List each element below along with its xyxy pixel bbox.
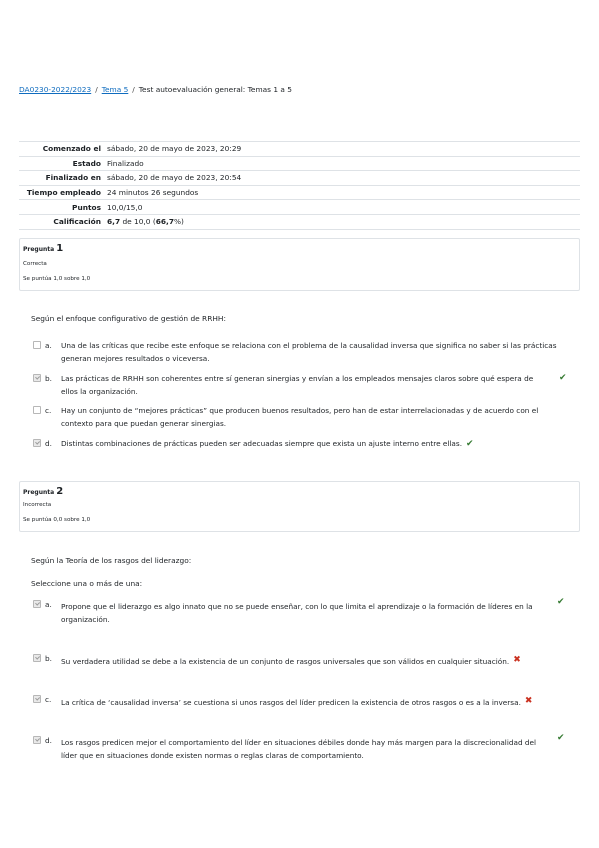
summary-label: Calificación: [53, 217, 101, 227]
correct-check-icon: ✔: [466, 439, 474, 449]
question-state: Correcta: [23, 261, 47, 267]
summary-value: Finalizado: [107, 158, 144, 168]
answer-line: La crítica de ‘causalidad inversa’ se cu…: [61, 698, 521, 707]
checkbox[interactable]: [33, 406, 41, 414]
checkbox[interactable]: [33, 341, 41, 349]
grade-percent: 66,7: [155, 217, 174, 227]
summary-label: Estado: [72, 158, 101, 168]
summary-value: sábado, 20 de mayo de 2023, 20:54: [107, 173, 242, 183]
summary-row: Puntos 10,0/15,0: [19, 199, 580, 215]
summary-grade-value: 6,7 de 10,0 (66,7%): [107, 214, 580, 229]
answer-line: Una de las críticas que recibe este enfo…: [61, 341, 557, 350]
answer-letter: b.: [45, 654, 52, 663]
answer-option[interactable]: c. Hay un conjunto de “mejores prácticas…: [33, 404, 573, 430]
answer-letter: d.: [45, 439, 52, 448]
answer-text: Una de las críticas que recibe este enfo…: [61, 339, 557, 365]
answer-option[interactable]: a. Una de las críticas que recibe este e…: [33, 339, 573, 365]
summary-label: Tiempo empleado: [26, 188, 101, 198]
breadcrumb-separator: /: [95, 85, 98, 94]
attempt-summary-table: Comenzado el sábado, 20 de mayo de 2023, …: [19, 141, 580, 230]
answer-letter: c.: [45, 695, 52, 704]
answer-option[interactable]: b. Su verdadera utilidad se debe a la ex…: [33, 652, 573, 668]
answer-text: Propone que el liderazgo es algo innato …: [61, 600, 533, 626]
grade-text: %): [173, 217, 184, 227]
checkbox-checked[interactable]: [33, 736, 41, 744]
answer-line: Distintas combinaciones de prácticas pue…: [61, 439, 463, 448]
checkbox-checked[interactable]: [33, 439, 41, 447]
answer-line: ellos la organización.: [61, 387, 138, 396]
summary-label: Finalizado en: [45, 173, 101, 183]
summary-row: Comenzado el sábado, 20 de mayo de 2023, …: [19, 141, 580, 157]
question-2-text: Según la Teoría de los rasgos del lidera…: [31, 556, 192, 565]
answer-text: Las prácticas de RRHH son coherentes ent…: [61, 372, 533, 398]
summary-label: Puntos: [72, 202, 101, 212]
answer-letter: c.: [45, 406, 52, 415]
summary-row: Estado Finalizado: [19, 156, 580, 171]
answer-line: Su verdadera utilidad se debe a la exist…: [61, 657, 510, 666]
answer-text: La crítica de ‘causalidad inversa’ se cu…: [61, 695, 532, 709]
summary-label: Comenzado el: [42, 144, 101, 154]
answer-line: Las prácticas de RRHH son coherentes ent…: [61, 374, 534, 383]
answer-letter: a.: [45, 341, 52, 350]
summary-value: sábado, 20 de mayo de 2023, 20:29: [107, 144, 242, 154]
breadcrumb: DA0230-2022/2023/Tema 5/Test autoevaluac…: [19, 85, 292, 94]
answer-letter: a.: [45, 600, 52, 609]
summary-value: 10,0/15,0: [107, 202, 143, 212]
correct-check-icon: ✔: [557, 733, 565, 743]
answer-line: Propone que el liderazgo es algo innato …: [61, 602, 533, 611]
incorrect-cross-icon: ✖: [524, 696, 533, 706]
checkbox-checked[interactable]: [33, 374, 41, 382]
answer-text: Los rasgos predicen mejor el comportamie…: [61, 736, 536, 762]
breadcrumb-current: Test autoevaluación general: Temas 1 a 5: [138, 85, 293, 94]
checkbox-checked[interactable]: [33, 600, 41, 608]
question-word: Pregunta: [23, 246, 55, 253]
answer-option[interactable]: b. Las prácticas de RRHH son coherentes …: [33, 372, 573, 398]
answer-text: Hay un conjunto de “mejores prácticas” q…: [61, 404, 538, 430]
question-2-info: Pregunta 2 Incorrecta Se puntúa 0,0 sobr…: [19, 481, 580, 532]
incorrect-cross-icon: ✖: [513, 655, 521, 665]
answer-text: Distintas combinaciones de prácticas pue…: [61, 437, 474, 451]
question-number: Pregunta 2: [23, 486, 63, 497]
grade-text: de 10,0 (: [120, 217, 156, 227]
summary-row-grade: Calificación 6,7 de 10,0 (66,7%): [19, 214, 580, 230]
summary-row: Tiempo empleado 24 minutos 26 segundos: [19, 185, 580, 200]
summary-value: 24 minutos 26 segundos: [107, 188, 199, 198]
correct-check-icon: ✔: [559, 373, 567, 383]
checkbox-checked[interactable]: [33, 695, 41, 703]
answer-letter: d.: [45, 736, 52, 745]
question-1-info: Pregunta 1 Correcta Se puntúa 1,0 sobre …: [19, 238, 580, 291]
answer-option[interactable]: d. Los rasgos predicen mejor el comporta…: [33, 733, 573, 762]
question-grade: Se puntúa 1,0 sobre 1,0: [23, 276, 91, 282]
answer-option[interactable]: c. La crítica de ‘causalidad inversa’ se…: [33, 693, 573, 709]
question-state: Incorrecta: [23, 502, 52, 508]
breadcrumb-section-link[interactable]: Tema 5: [102, 85, 129, 94]
checkbox-checked[interactable]: [33, 654, 41, 662]
answer-option[interactable]: a. Propone que el liderazgo es algo inna…: [33, 597, 573, 626]
answer-line: contexto para que puedan generar sinergi…: [61, 419, 227, 428]
answer-line: Los rasgos predicen mejor el comportamie…: [61, 738, 537, 747]
answer-line: Hay un conjunto de “mejores prácticas” q…: [61, 406, 539, 415]
correct-check-icon: ✔: [557, 597, 565, 607]
answer-line: generan mejores resultados o viceversa.: [61, 354, 210, 363]
answer-text: Su verdadera utilidad se debe a la exist…: [61, 654, 521, 668]
breadcrumb-separator: /: [132, 85, 135, 94]
grade-score: 6,7: [107, 217, 121, 227]
question-number-value: 1: [56, 243, 64, 254]
summary-row: Finalizado en sábado, 20 de mayo de 2023,…: [19, 170, 580, 186]
question-2-prompt: Seleccione una o más de una:: [31, 579, 143, 588]
question-number: Pregunta 1: [23, 243, 63, 254]
question-grade: Se puntúa 0,0 sobre 1,0: [23, 517, 91, 523]
answer-letter: b.: [45, 374, 52, 383]
answer-line: organización.: [61, 615, 110, 624]
breadcrumb-course-link[interactable]: DA0230-2022/2023: [19, 85, 91, 94]
question-1-text: Según el enfoque configurativo de gestió…: [31, 314, 226, 323]
answer-line: líder que en situaciones donde existen n…: [61, 751, 364, 760]
question-word: Pregunta: [23, 489, 55, 496]
answer-option[interactable]: d. Distintas combinaciones de prácticas …: [33, 437, 573, 450]
question-number-value: 2: [56, 486, 64, 497]
